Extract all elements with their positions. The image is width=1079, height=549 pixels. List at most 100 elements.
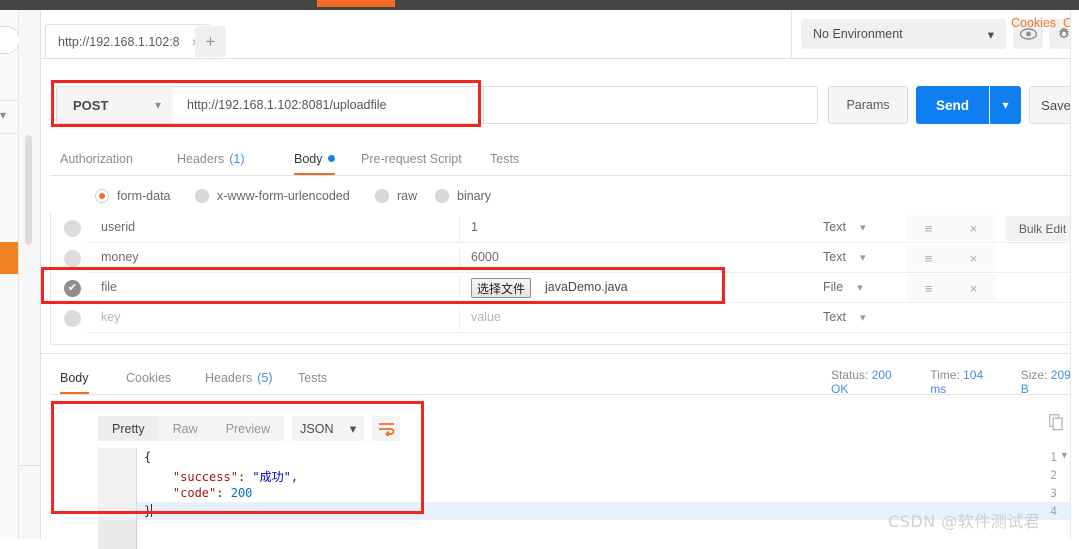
form-data-row[interactable]: key value Text ▾: [51, 303, 1070, 333]
delete-row-icon[interactable]: ×: [970, 281, 978, 296]
code-token-key: "code": [172, 486, 217, 500]
form-value-input[interactable]: 6000: [471, 250, 801, 264]
watermark: CSDN @软件测试君: [888, 512, 1041, 531]
form-key-input[interactable]: userid: [101, 220, 451, 234]
body-type-label: x-www-form-urlencoded: [217, 189, 350, 203]
http-method-select[interactable]: POST ▾: [56, 86, 174, 124]
copy-icon[interactable]: [1049, 414, 1065, 434]
browser-search-pill[interactable]: [0, 26, 20, 54]
body-type-form-data[interactable]: form-data: [95, 189, 171, 203]
chevron-down-icon: ▾: [857, 281, 863, 294]
response-mode-raw[interactable]: Raw: [158, 416, 212, 441]
send-options-button[interactable]: ▾: [990, 86, 1021, 124]
request-tab-authorization[interactable]: Authorization: [60, 143, 133, 174]
response-meta: Status: 200 OK Time: 104 ms Size: 209 B: [831, 368, 1079, 396]
body-type-label: raw: [397, 189, 418, 203]
cookies-link[interactable]: Cookies: [1011, 16, 1056, 30]
url-input[interactable]: http://192.168.1.102:8081/uploadfile: [173, 86, 484, 124]
params-button[interactable]: Params: [828, 86, 908, 124]
code-token-punc: }: [144, 504, 152, 518]
delete-row-icon[interactable]: ×: [970, 221, 978, 236]
code-token-punc: [144, 486, 173, 500]
response-tab-cookies[interactable]: Cookies: [126, 362, 171, 393]
row-checkbox-icon[interactable]: [64, 310, 81, 327]
body-type-label: binary: [457, 189, 492, 203]
status-badge: Status: 200 OK: [831, 368, 908, 396]
send-button[interactable]: Send: [916, 86, 989, 124]
request-tab-strip: http://192.168.1.102:8 × + No Environmen…: [41, 10, 1079, 59]
row-checkbox-checked-icon[interactable]: ✔: [64, 280, 81, 297]
code-token-num: 200: [230, 486, 253, 500]
form-key-input[interactable]: file: [101, 280, 451, 294]
line-number: 4: [1050, 504, 1057, 518]
sidebar-scrollbar[interactable]: [25, 135, 32, 245]
bulk-edit-button[interactable]: Bulk Edit: [1005, 216, 1079, 241]
request-tab-body[interactable]: Body: [294, 143, 335, 175]
form-data-row[interactable]: userid 1 Text ▾ ≡ × Bulk Edit: [51, 213, 1079, 243]
divider: [459, 306, 460, 330]
row-checkbox-icon[interactable]: [64, 220, 81, 237]
tab-label: Pre-request Script: [361, 151, 462, 166]
left-chrome-strip: ▾: [0, 10, 20, 539]
line-number: 1: [1050, 450, 1057, 464]
response-tab-headers[interactable]: Headers (5): [205, 362, 273, 393]
request-sections-tabs: Authorization Headers (1) Body Pre-request S…: [50, 143, 1071, 176]
tab-label: Cookies: [126, 370, 172, 385]
code-token-punc: ,: [290, 470, 299, 484]
request-tab-pre-request-script[interactable]: Pre-request Script: [361, 143, 462, 174]
window-right-edge: [1070, 10, 1079, 539]
url-input-tail[interactable]: [484, 86, 818, 124]
request-tab-tests[interactable]: Tests: [490, 143, 519, 174]
code-line: }: [144, 504, 153, 518]
chevron-down-icon[interactable]: ▾: [0, 108, 6, 122]
form-type-select[interactable]: Text ▾: [823, 250, 865, 264]
wrap-lines-icon[interactable]: [372, 416, 401, 441]
form-data-row[interactable]: money 6000 Text ▾ ≡ ×: [51, 243, 1070, 273]
divider: [0, 100, 18, 101]
form-value-input[interactable]: value: [471, 310, 801, 324]
divider: [41, 353, 1079, 354]
form-type-select[interactable]: Text ▾: [823, 310, 865, 324]
response-mode-preview[interactable]: Preview: [211, 416, 285, 441]
chevron-down-icon: ▾: [349, 422, 357, 436]
body-type-raw[interactable]: raw: [375, 189, 417, 203]
sidebar: [19, 10, 41, 539]
reorder-handle-icon[interactable]: ≡: [925, 281, 933, 296]
delete-row-icon[interactable]: ×: [970, 251, 978, 266]
code-token-str: "成功": [252, 470, 291, 484]
form-type-label: Text: [823, 310, 846, 324]
form-key-input[interactable]: money: [101, 250, 451, 264]
body-type-x-www-form-urlencoded[interactable]: x-www-form-urlencoded: [195, 189, 350, 203]
form-type-select[interactable]: Text ▾: [823, 220, 865, 234]
body-type-radio-group: form-data x-www-form-urlencoded raw binary: [50, 182, 1071, 210]
request-tab[interactable]: http://192.168.1.102:8 ×: [45, 24, 211, 58]
main-workspace: http://192.168.1.102:8 × + No Environmen…: [41, 10, 1079, 549]
response-format-select[interactable]: JSON ▾: [292, 416, 365, 441]
code-token-punc: {: [144, 450, 152, 464]
reorder-handle-icon[interactable]: ≡: [925, 221, 933, 236]
form-value-input[interactable]: 1: [471, 220, 801, 234]
add-tab-button[interactable]: +: [195, 26, 226, 57]
choose-file-button[interactable]: 选择文件: [471, 278, 532, 298]
tab-label: Headers: [177, 151, 225, 166]
divider: [459, 276, 460, 300]
response-tab-tests[interactable]: Tests: [298, 362, 327, 393]
response-format-label: JSON: [300, 421, 334, 436]
response-mode-pretty[interactable]: Pretty: [98, 416, 159, 441]
fold-toggle-icon[interactable]: ▼: [1062, 451, 1067, 461]
editor-gutter: [98, 448, 137, 520]
response-tab-body[interactable]: Body: [60, 362, 89, 394]
environment-select[interactable]: No Environment ▾: [801, 19, 1006, 49]
form-type-select[interactable]: File ▾: [823, 280, 863, 294]
code-token-punc: :: [216, 486, 231, 500]
reorder-handle-icon[interactable]: ≡: [925, 251, 933, 266]
divider: [0, 133, 18, 134]
form-key-input[interactable]: key: [101, 310, 451, 324]
form-data-row[interactable]: ✔ file 选择文件 javaDemo.java File ▾ ≡ ×: [51, 273, 1070, 303]
request-tab-headers[interactable]: Headers (1): [177, 143, 245, 174]
body-type-binary[interactable]: binary: [435, 189, 491, 203]
row-checkbox-icon[interactable]: [64, 250, 81, 267]
form-type-label: File: [823, 280, 844, 294]
code-token-punc: [144, 470, 173, 484]
time-label: Time:: [930, 368, 960, 382]
